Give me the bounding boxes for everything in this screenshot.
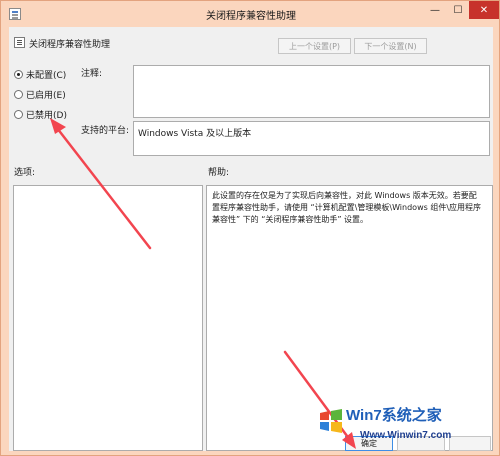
policy-window: 关闭程序兼容性助理 — ☐ ✕ 关闭程序兼容性助理 上一个设置(P) 下一个设置… [0,0,500,456]
radio-button[interactable] [14,110,23,119]
minimize-icon[interactable]: — [423,1,447,19]
radio-disabled[interactable]: 已禁用(D) [14,108,67,121]
radio-label: 已启用(E) [26,91,66,101]
watermark-url: Www.Winwin7.com [360,430,452,441]
help-label: 帮助: [208,168,230,178]
radio-button[interactable] [14,90,23,99]
supported-platform-box: Windows Vista 及以上版本 [133,121,490,156]
platform-label: 支持的平台: [81,126,130,136]
maximize-icon[interactable]: ☐ [447,1,469,19]
options-panel [13,185,203,451]
previous-setting-button[interactable]: 上一个设置(P) [278,38,351,54]
close-icon[interactable]: ✕ [469,1,499,19]
radio-label: 已禁用(D) [26,111,67,121]
dialog-client-area: 关闭程序兼容性助理 上一个设置(P) 下一个设置(N) 未配置(C) 已启用(E… [9,27,493,451]
help-text: 此设置的存在仅是为了实现后向兼容性，对此 Windows 版本无效。若要配置程序… [212,191,482,224]
supported-platform-value: Windows Vista 及以上版本 [138,129,252,139]
next-setting-button[interactable]: 下一个设置(N) [354,38,427,54]
site-watermark: Win7系统之家 Www.Winwin7.com [318,402,496,452]
radio-label: 未配置(C) [26,71,67,81]
watermark-title: Win7系统之家 [346,407,442,424]
options-label: 选项: [14,168,36,178]
radio-enabled[interactable]: 已启用(E) [14,88,66,101]
policy-name: 关闭程序兼容性助理 [29,40,111,50]
title-bar[interactable]: 关闭程序兼容性助理 — ☐ ✕ [1,1,500,27]
radio-not-configured[interactable]: 未配置(C) [14,68,66,81]
policy-icon [14,37,25,48]
comment-textarea[interactable] [133,65,490,118]
comment-label: 注释: [81,69,103,79]
windows-logo-icon [320,409,342,433]
radio-button[interactable] [14,70,23,79]
